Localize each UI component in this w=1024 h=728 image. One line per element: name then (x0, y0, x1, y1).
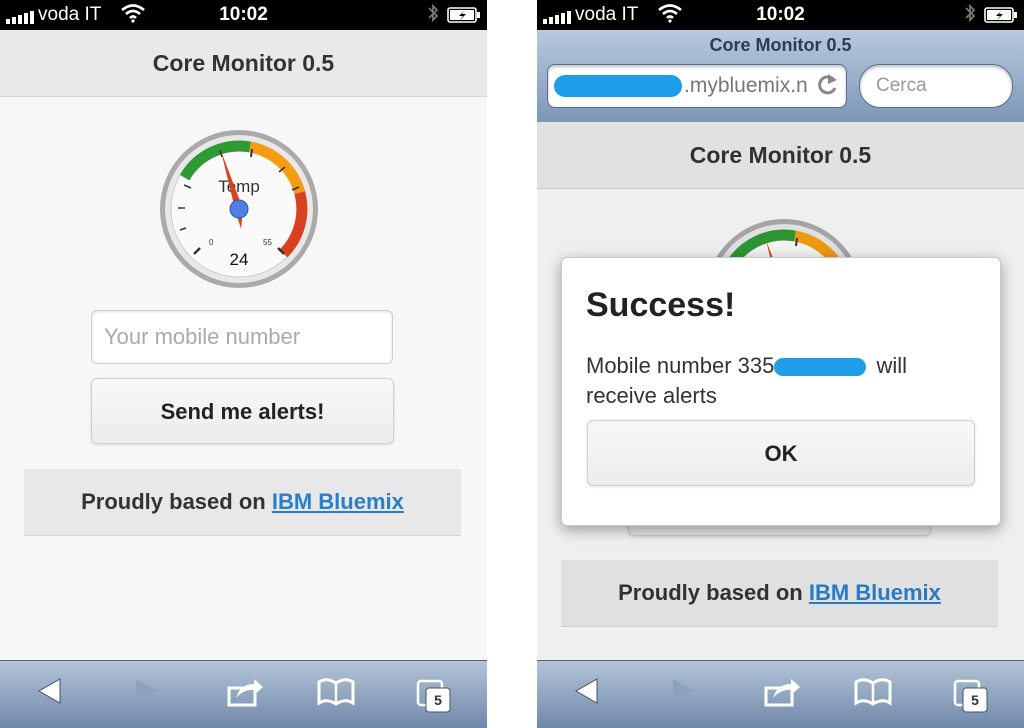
share-icon[interactable] (226, 676, 266, 713)
browser-page-title: Core Monitor 0.5 (709, 35, 852, 55)
temperature-gauge: 0 55 Temp 24 (160, 130, 318, 288)
bookmarks-icon[interactable] (853, 676, 893, 713)
clock-time: 10:02 (219, 4, 268, 25)
ibm-bluemix-link[interactable]: IBM Bluemix (272, 489, 404, 514)
browser-toolbar: 5 (0, 660, 487, 728)
status-bar: voda IT 10:02 (537, 0, 1024, 30)
battery-icon (984, 7, 1018, 29)
tabs-count: 5 (434, 692, 442, 708)
search-input[interactable] (874, 74, 1008, 98)
forward-arrow-icon[interactable] (669, 676, 697, 711)
url-text: .mybluemix.n (684, 74, 808, 97)
tabs-icon[interactable]: 5 (953, 679, 989, 718)
forward-arrow-icon[interactable] (132, 676, 160, 711)
share-icon[interactable] (763, 676, 803, 713)
tabs-icon[interactable]: 5 (416, 679, 452, 718)
back-arrow-icon[interactable] (573, 676, 601, 711)
page-title: Core Monitor 0.5 (0, 30, 487, 97)
success-dialog: Success! Mobile number 335 will receive … (561, 257, 1001, 526)
footer-banner: Proudly based on IBM Bluemix (24, 469, 461, 536)
phone-screen-left: voda IT 10:02 Core Monitor 0.5 0 55 Temp… (0, 0, 487, 728)
phone-screen-right: voda IT 10:02 Core Monitor 0.5 .mybluemi… (537, 0, 1024, 728)
status-bar: voda IT 10:02 (0, 0, 487, 30)
browser-toolbar: 5 (537, 660, 1024, 728)
url-field[interactable]: .mybluemix.n (547, 64, 847, 108)
gauge-max-label: 55 (263, 238, 272, 247)
reload-icon[interactable] (814, 71, 840, 105)
mobile-number-input[interactable] (91, 310, 393, 364)
dialog-message-prefix: Mobile number 335 (586, 353, 775, 378)
gauge-min-label: 0 (209, 238, 214, 247)
browser-address-bar: Core Monitor 0.5 .mybluemix.n (537, 30, 1024, 123)
gauge-value: 24 (230, 250, 249, 269)
back-arrow-icon[interactable] (36, 676, 64, 711)
clock-time: 10:02 (756, 4, 805, 25)
dialog-title: Success! (586, 286, 736, 324)
tabs-count: 5 (971, 692, 979, 708)
send-alerts-button[interactable]: Send me alerts! (91, 378, 394, 444)
search-field[interactable] (859, 64, 1013, 108)
redacted-url-scribble (554, 75, 682, 97)
bookmarks-icon[interactable] (316, 676, 356, 713)
ok-button[interactable]: OK (587, 420, 975, 486)
bluetooth-icon (964, 3, 976, 29)
footer-text: Proudly based on (81, 489, 272, 514)
dialog-message: Mobile number 335 will receive alerts (586, 351, 976, 411)
bluetooth-icon (427, 3, 439, 29)
battery-icon (447, 7, 481, 29)
gauge-title: Temp (218, 177, 260, 196)
redacted-number-scribble (774, 358, 867, 377)
